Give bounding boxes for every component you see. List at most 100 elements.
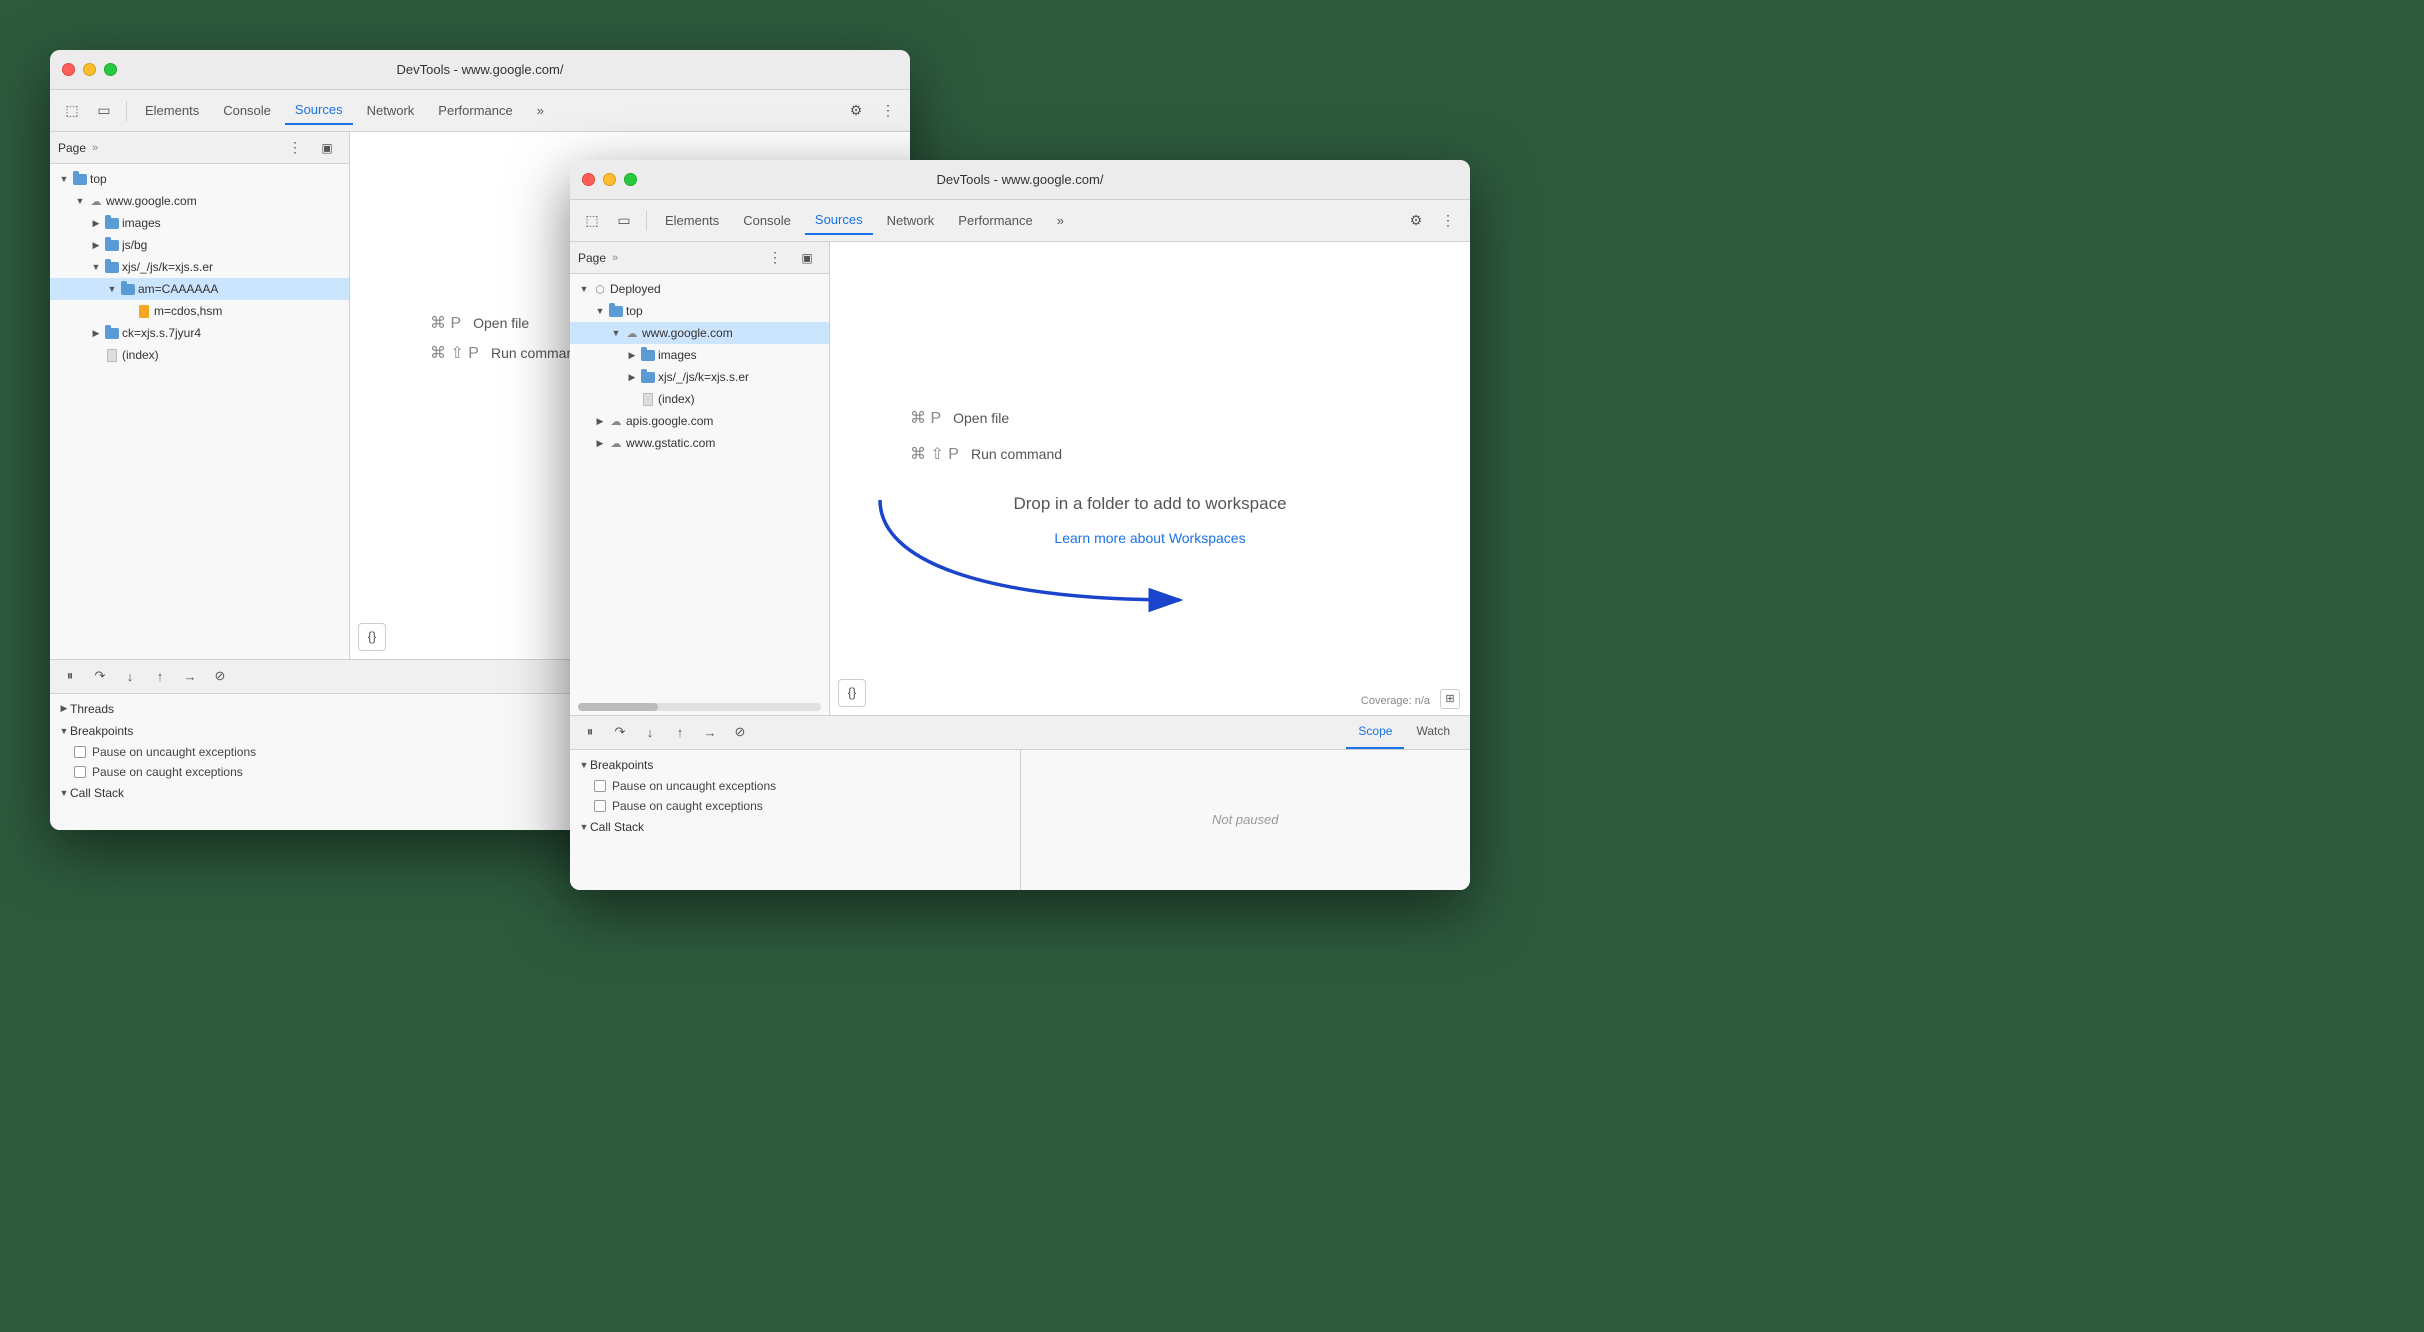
tree-item-xjs-f[interactable]: ▶ xjs/_/js/k=xjs.s.er bbox=[570, 366, 829, 388]
format-btn-back[interactable]: {} bbox=[358, 623, 386, 651]
tab-sources-front[interactable]: Sources bbox=[805, 207, 873, 235]
folder-icon-top-f bbox=[609, 304, 623, 318]
kbd1-back: ⌘ P bbox=[430, 313, 461, 333]
file-icon-index-f bbox=[641, 392, 655, 406]
checkbox-caught-label-front: Pause on caught exceptions bbox=[612, 799, 763, 813]
tree-item-mcdos[interactable]: m=cdos,hsm bbox=[50, 300, 349, 322]
tree-item-images-f[interactable]: ▶ images bbox=[570, 344, 829, 366]
tab-elements-front[interactable]: Elements bbox=[655, 207, 729, 235]
tab-more-front[interactable]: » bbox=[1047, 207, 1074, 235]
tab-watch-front[interactable]: Watch bbox=[1404, 715, 1462, 749]
sidebar-menu-back[interactable]: ⋮ bbox=[281, 134, 309, 162]
learn-link-front[interactable]: Learn more about Workspaces bbox=[1054, 530, 1245, 546]
inspect-icon-back[interactable]: ⬚ bbox=[58, 97, 86, 125]
tree-item-jsbg[interactable]: ▶ js/bg bbox=[50, 234, 349, 256]
tree-item-am[interactable]: ▼ am=CAAAAAA bbox=[50, 278, 349, 300]
settings-icon-front[interactable]: ⚙ bbox=[1402, 207, 1430, 235]
pause-icon-back[interactable]: ⏸ bbox=[58, 664, 82, 688]
sidebar-chevron-back[interactable]: » bbox=[92, 142, 98, 154]
more-icon-front[interactable]: ⋮ bbox=[1434, 207, 1462, 235]
maximize-button-back[interactable] bbox=[104, 63, 117, 76]
breakpoints-label-front: Breakpoints bbox=[590, 758, 653, 772]
coverage-icon-front[interactable]: ⊞ bbox=[1440, 689, 1460, 709]
breakpoints-label-back: Breakpoints bbox=[70, 724, 133, 738]
minimize-button-back[interactable] bbox=[83, 63, 96, 76]
section-breakpoints-front[interactable]: ▼ Breakpoints bbox=[578, 754, 1012, 776]
bottom-content-left-front: ▼ Breakpoints Pause on uncaught exceptio… bbox=[570, 750, 1021, 890]
tree-item-top-f[interactable]: ▼ top bbox=[570, 300, 829, 322]
inspect-icon-front[interactable]: ⬚ bbox=[578, 207, 606, 235]
continue-icon-front[interactable]: → bbox=[698, 720, 722, 744]
label-top-f: top bbox=[626, 304, 643, 318]
sidebar-chevron-front[interactable]: » bbox=[612, 252, 618, 264]
tree-item-google-f[interactable]: ▼ ☁ www.google.com bbox=[570, 322, 829, 344]
tree-item-google[interactable]: ▼ ☁ www.google.com bbox=[50, 190, 349, 212]
tab-network-front[interactable]: Network bbox=[877, 207, 945, 235]
folder-icon-images bbox=[105, 216, 119, 230]
sidebar-front: Page » ⋮ ▣ ▼ ⬡ Deployed ▼ bbox=[570, 242, 830, 715]
sidebar-menu-front[interactable]: ⋮ bbox=[761, 244, 789, 272]
arrow-breakpoints-back: ▼ bbox=[58, 725, 70, 737]
section-callstack-front[interactable]: ▼ Call Stack bbox=[578, 816, 1012, 838]
sidebar-header-back: Page » ⋮ ▣ bbox=[50, 132, 349, 164]
more-icon-back[interactable]: ⋮ bbox=[874, 97, 902, 125]
tab-performance-front[interactable]: Performance bbox=[948, 207, 1042, 235]
tab-console-back[interactable]: Console bbox=[213, 97, 281, 125]
tree-item-apis[interactable]: ▶ ☁ apis.google.com bbox=[570, 410, 829, 432]
checkbox-uncaught-box-back[interactable] bbox=[74, 746, 86, 758]
step-into-icon-front[interactable]: ↓ bbox=[638, 720, 662, 744]
tree-item-index-f[interactable]: (index) bbox=[570, 388, 829, 410]
main-panel-front: ⌘ P Open file ⌘ ⇧ P Run command Drop in … bbox=[830, 242, 1470, 715]
tab-console-front[interactable]: Console bbox=[733, 207, 801, 235]
tree-item-images[interactable]: ▶ images bbox=[50, 212, 349, 234]
sidebar-close-drawer-back[interactable]: ▣ bbox=[313, 134, 341, 162]
tab-elements-back[interactable]: Elements bbox=[135, 97, 209, 125]
continue-icon-back[interactable]: → bbox=[178, 664, 202, 688]
scrollbar-front[interactable] bbox=[578, 703, 821, 711]
tab-more-back[interactable]: » bbox=[527, 97, 554, 125]
traffic-lights-front bbox=[582, 173, 637, 186]
step-into-icon-back[interactable]: ↓ bbox=[118, 664, 142, 688]
label-images-f: images bbox=[658, 348, 697, 362]
arrow-index bbox=[90, 349, 102, 361]
tree-item-gstatic[interactable]: ▶ ☁ www.gstatic.com bbox=[570, 432, 829, 454]
tree-item-index[interactable]: (index) bbox=[50, 344, 349, 366]
toolbar-sep-1 bbox=[126, 101, 127, 121]
label-google-f: www.google.com bbox=[642, 326, 733, 340]
kbd2-desc-front: Run command bbox=[971, 446, 1062, 462]
checkbox-uncaught-front: Pause on uncaught exceptions bbox=[578, 776, 1012, 796]
tab-sources-back[interactable]: Sources bbox=[285, 97, 353, 125]
tab-performance-back[interactable]: Performance bbox=[428, 97, 522, 125]
tree-item-ck[interactable]: ▶ ck=xjs.s.7jyur4 bbox=[50, 322, 349, 344]
pause-icon-front[interactable]: ⏸ bbox=[578, 720, 602, 744]
tree-item-top[interactable]: ▼ top bbox=[50, 168, 349, 190]
step-over-icon-back[interactable]: ↷ bbox=[88, 664, 112, 688]
tab-scope-front[interactable]: Scope bbox=[1346, 715, 1404, 749]
step-out-icon-front[interactable]: ↑ bbox=[668, 720, 692, 744]
step-over-icon-front[interactable]: ↷ bbox=[608, 720, 632, 744]
checkbox-caught-box-front[interactable] bbox=[594, 800, 606, 812]
arrow-top-f: ▼ bbox=[594, 305, 606, 317]
device-icon-back[interactable]: ▭ bbox=[90, 97, 118, 125]
deactivate-icon-front[interactable]: ⊘ bbox=[728, 720, 752, 744]
tree-item-xjs[interactable]: ▼ xjs/_/js/k=xjs.s.er bbox=[50, 256, 349, 278]
tree-item-deployed[interactable]: ▼ ⬡ Deployed bbox=[570, 278, 829, 300]
bottom-tabs-front: Scope Watch bbox=[1346, 715, 1462, 749]
kbd2-desc-back: Run command bbox=[491, 345, 582, 361]
arrow-am: ▼ bbox=[106, 283, 118, 295]
checkbox-caught-box-back[interactable] bbox=[74, 766, 86, 778]
tab-network-back[interactable]: Network bbox=[357, 97, 425, 125]
settings-icon-back[interactable]: ⚙ bbox=[842, 97, 870, 125]
deactivate-icon-back[interactable]: ⊘ bbox=[208, 664, 232, 688]
close-button-back[interactable] bbox=[62, 63, 75, 76]
close-button-front[interactable] bbox=[582, 173, 595, 186]
step-out-icon-back[interactable]: ↑ bbox=[148, 664, 172, 688]
checkbox-uncaught-label-front: Pause on uncaught exceptions bbox=[612, 779, 776, 793]
minimize-button-front[interactable] bbox=[603, 173, 616, 186]
format-btn-front[interactable]: {} bbox=[838, 679, 866, 707]
checkbox-uncaught-box-front[interactable] bbox=[594, 780, 606, 792]
label-am: am=CAAAAAA bbox=[138, 282, 218, 296]
device-icon-front[interactable]: ▭ bbox=[610, 207, 638, 235]
sidebar-close-drawer-front[interactable]: ▣ bbox=[793, 244, 821, 272]
maximize-button-front[interactable] bbox=[624, 173, 637, 186]
